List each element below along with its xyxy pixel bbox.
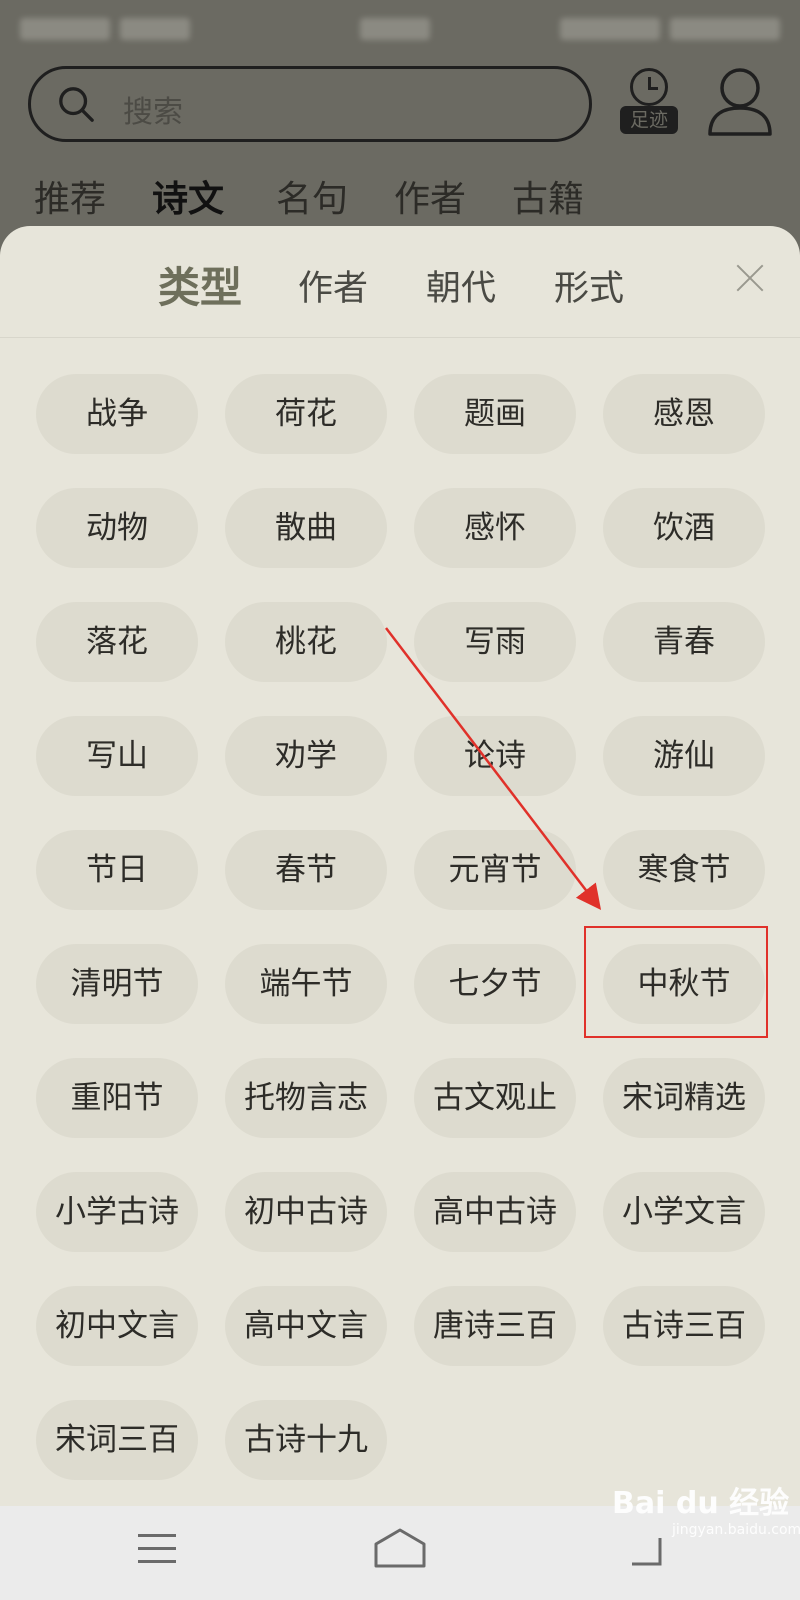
filter-tab-author[interactable]: 作者 — [298, 260, 368, 311]
highlight-box — [584, 926, 768, 1038]
top-bar: 搜索 足迹 — [0, 60, 800, 150]
category-chip[interactable]: 初中文言 — [36, 1286, 198, 1366]
filter-sheet: 类型 作者 朝代 形式 战争 荷花 题画 感恩动物 散曲 感怀 饮酒落花 桃花 写雨 青春写山 劝学… — [0, 226, 800, 1506]
search-icon — [59, 87, 94, 122]
status-time — [360, 18, 430, 40]
category-chip[interactable]: 初中古诗 — [225, 1172, 387, 1252]
category-chip[interactable]: 宋词三百 — [36, 1400, 198, 1480]
history-button[interactable]: 足迹 — [618, 68, 680, 138]
filter-tab-type[interactable]: 类型 — [158, 254, 242, 315]
category-chip[interactable]: 感恩 — [603, 374, 765, 454]
close-icon[interactable] — [736, 264, 764, 292]
search-bar[interactable]: 搜索 — [28, 66, 592, 142]
watermark-url: jingyan.baidu.com — [672, 1522, 800, 1538]
category-chip[interactable]: 重阳节 — [36, 1058, 198, 1138]
category-chip[interactable]: 托物言志 — [225, 1058, 387, 1138]
category-chip[interactable]: 端午节 — [225, 944, 387, 1024]
watermark-brand: Bai du 经验 — [612, 1486, 790, 1521]
category-chip[interactable]: 唐诗三百 — [414, 1286, 576, 1366]
category-chip[interactable]: 清明节 — [36, 944, 198, 1024]
category-chip[interactable]: 散曲 — [225, 488, 387, 568]
status-network — [120, 18, 190, 40]
category-chip[interactable]: 宋词精选 — [603, 1058, 765, 1138]
filter-tab-form[interactable]: 形式 — [554, 260, 624, 311]
category-chip[interactable]: 元宵节 — [414, 830, 576, 910]
tab-quotes[interactable]: 名句 — [276, 170, 348, 222]
tab-classics[interactable]: 古籍 — [512, 170, 584, 222]
category-chip[interactable]: 高中文言 — [225, 1286, 387, 1366]
status-battery — [670, 18, 780, 40]
category-chip[interactable]: 春节 — [225, 830, 387, 910]
category-chip[interactable]: 动物 — [36, 488, 198, 568]
category-chip[interactable]: 小学文言 — [603, 1172, 765, 1252]
category-chip[interactable]: 寒食节 — [603, 830, 765, 910]
tab-poems[interactable]: 诗文 — [152, 170, 224, 236]
status-signal — [20, 18, 110, 40]
category-chip[interactable]: 劝学 — [225, 716, 387, 796]
tab-recommend[interactable]: 推荐 — [34, 170, 106, 222]
category-chip[interactable]: 桃花 — [225, 602, 387, 682]
watermark: Bai du 经验 jingyan.baidu.com — [612, 1478, 800, 1538]
category-chip[interactable]: 战争 — [36, 374, 198, 454]
clock-icon — [630, 68, 668, 106]
history-label: 足迹 — [620, 106, 678, 134]
category-chip[interactable]: 饮酒 — [603, 488, 765, 568]
home-icon[interactable] — [372, 1526, 428, 1570]
tab-authors[interactable]: 作者 — [394, 170, 466, 222]
category-chip[interactable]: 古诗十九 — [225, 1400, 387, 1480]
category-chip[interactable]: 小学古诗 — [36, 1172, 198, 1252]
filter-tab-dynasty[interactable]: 朝代 — [426, 260, 496, 311]
category-chip[interactable]: 题画 — [414, 374, 576, 454]
status-icons — [560, 18, 660, 40]
status-bar — [0, 0, 800, 60]
category-chip[interactable]: 高中古诗 — [414, 1172, 576, 1252]
category-chip[interactable]: 古文观止 — [414, 1058, 576, 1138]
category-chip[interactable]: 落花 — [36, 602, 198, 682]
category-chip[interactable]: 古诗三百 — [603, 1286, 765, 1366]
category-chip[interactable]: 青春 — [603, 602, 765, 682]
search-placeholder: 搜索 — [123, 95, 183, 130]
category-chip[interactable]: 感怀 — [414, 488, 576, 568]
user-icon[interactable] — [706, 66, 774, 138]
category-chip[interactable]: 游仙 — [603, 716, 765, 796]
category-chip[interactable]: 节日 — [36, 830, 198, 910]
category-chip[interactable]: 七夕节 — [414, 944, 576, 1024]
category-chip[interactable]: 论诗 — [414, 716, 576, 796]
main-tabs: 推荐 诗文 名句 作者 古籍 — [0, 160, 800, 236]
filter-tabs: 类型 作者 朝代 形式 — [0, 226, 800, 338]
category-chip[interactable]: 写山 — [36, 716, 198, 796]
category-chip[interactable]: 荷花 — [225, 374, 387, 454]
category-chip[interactable]: 写雨 — [414, 602, 576, 682]
menu-icon[interactable] — [138, 1532, 176, 1566]
